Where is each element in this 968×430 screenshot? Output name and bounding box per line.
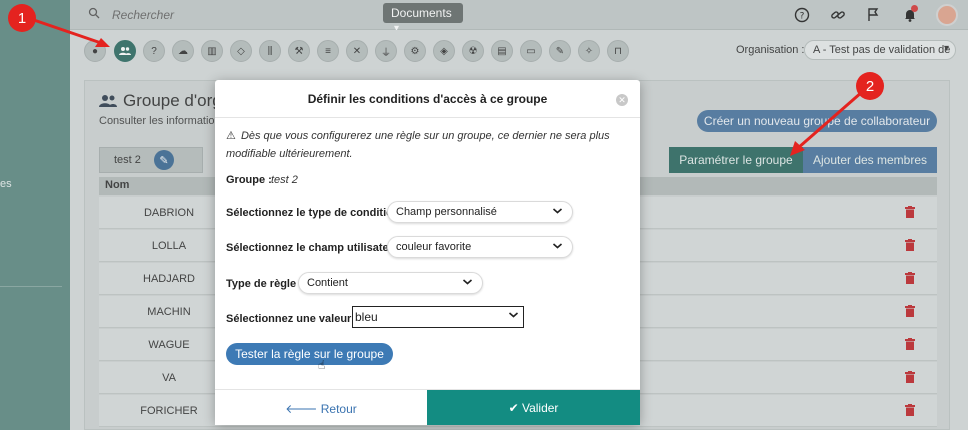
warning-triangle-icon: ⚠ — [226, 130, 236, 142]
value-select-value: bleu — [355, 310, 378, 324]
chevron-down-icon — [552, 205, 563, 219]
rule-type-value: Contient — [307, 277, 348, 289]
group-value: test 2 — [271, 174, 298, 186]
condition-type-value: Champ personnalisé — [396, 206, 497, 218]
annotation-2: 2 — [856, 72, 884, 100]
rule-type-label: Type de règle : — [226, 278, 303, 290]
condition-type-label: Sélectionnez le type de condition : — [226, 207, 407, 219]
condition-type-select[interactable]: Champ personnalisé — [387, 201, 573, 223]
close-icon[interactable]: ✕ — [616, 94, 628, 106]
test-rule-button[interactable]: Tester la règle sur le groupe — [226, 343, 393, 365]
chevron-down-icon — [552, 240, 563, 254]
warning-text: Dès que vous configurerez une règle sur … — [226, 130, 610, 160]
rule-type-select[interactable]: Contient — [298, 272, 483, 294]
group-label: Groupe : — [226, 174, 272, 186]
validate-button-label: Valider — [521, 401, 559, 415]
hand-cursor-icon: ☝ — [318, 358, 326, 372]
annotation-1: 1 — [8, 4, 36, 32]
back-button-label: Retour — [320, 402, 357, 416]
user-field-label: Sélectionnez le champ utilisateur : — [226, 242, 407, 254]
chevron-down-icon — [462, 276, 473, 290]
value-label: Sélectionnez une valeur : — [226, 313, 359, 325]
back-button[interactable]: 🡐 Retour — [215, 390, 427, 425]
modal-header: Définir les conditions d'accès à ce grou… — [215, 80, 640, 118]
modal-title: Définir les conditions d'accès à ce grou… — [307, 92, 548, 106]
access-conditions-modal: Définir les conditions d'accès à ce grou… — [215, 80, 640, 425]
check-icon: ✔ — [508, 401, 519, 415]
warning-message: ⚠ Dès que vous configurerez une règle su… — [226, 128, 626, 163]
user-field-value: couleur favorite — [396, 241, 472, 253]
chevron-down-icon — [508, 309, 519, 323]
validate-button[interactable]: ✔ Valider — [427, 390, 640, 425]
modal-footer: 🡐 Retour ✔ Valider — [215, 389, 640, 425]
value-select[interactable]: bleu — [352, 306, 524, 328]
arrow-left-icon: 🡐 — [285, 402, 318, 416]
user-field-select[interactable]: couleur favorite — [387, 236, 573, 258]
